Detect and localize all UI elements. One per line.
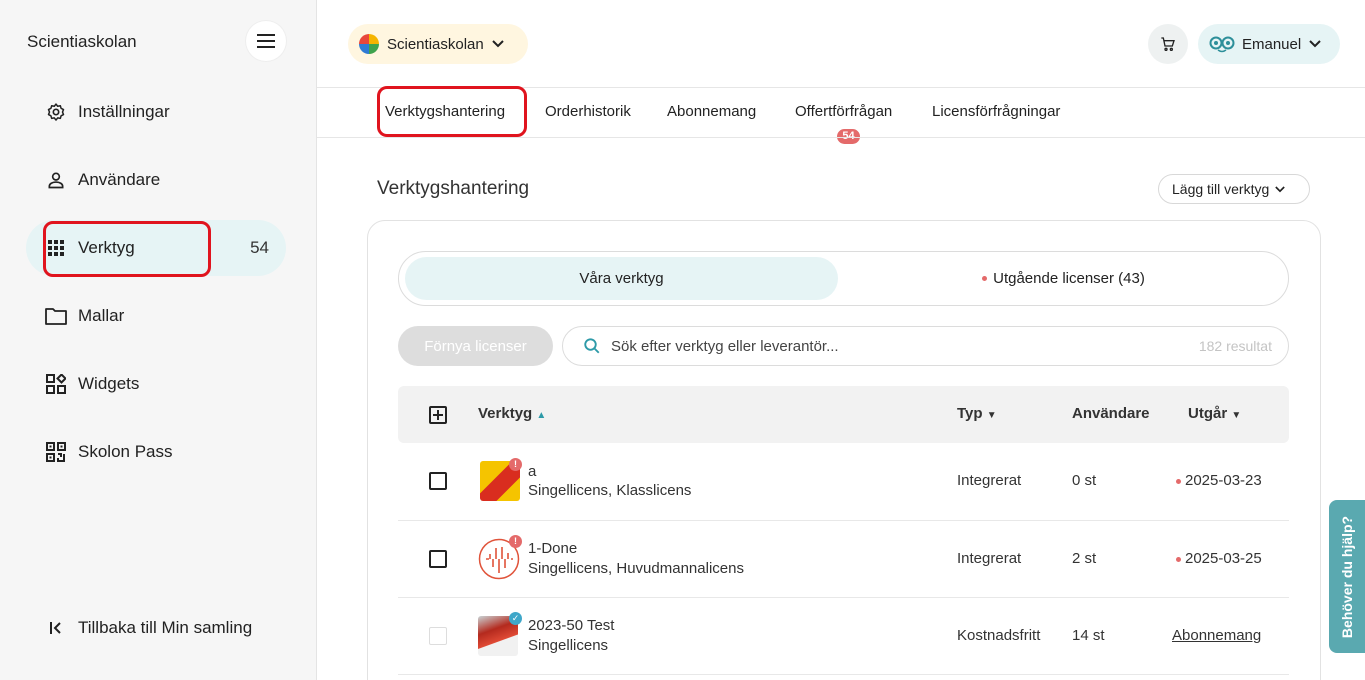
row-checkbox[interactable]	[429, 472, 447, 490]
tool-license: Singellicens, Klasslicens	[528, 482, 692, 499]
warning-dot	[982, 276, 988, 281]
subscription-link[interactable]: Abonnemang	[1172, 627, 1261, 644]
tab-orderhistorik[interactable]: Orderhistorik	[545, 103, 631, 120]
column-header-type[interactable]: Typ ▼	[957, 405, 997, 422]
tool-expires: 2025-03-25	[1176, 550, 1262, 567]
column-header-tool[interactable]: Verktyg ▲	[478, 405, 546, 422]
cart-icon	[1161, 37, 1175, 51]
sidebar-item-settings[interactable]: Inställningar	[26, 84, 286, 140]
back-to-collection-link[interactable]: Tillbaka till Min samling	[26, 600, 286, 656]
tool-users: 0 st	[1072, 472, 1097, 489]
menu-button[interactable]	[246, 21, 286, 61]
header-divider	[317, 87, 1365, 88]
page-title: Verktygshantering	[377, 178, 530, 199]
tool-type: Kostnadsfritt	[957, 627, 1041, 644]
grid-icon	[45, 237, 67, 259]
user-icon	[45, 169, 67, 191]
segment-expiring-licenses[interactable]: Utgående licenser (43)	[845, 257, 1282, 300]
renew-licenses-button[interactable]: Förnya licenser	[398, 326, 553, 366]
tool-expires: 2025-03-23	[1176, 472, 1262, 489]
sidebar: Scientiaskolan Inställningar Användare V…	[0, 0, 317, 680]
sort-asc-icon: ▲	[536, 410, 547, 421]
row-checkbox-disabled	[429, 627, 447, 645]
segment-our-tools[interactable]: Våra verktyg	[405, 257, 838, 300]
sidebar-item-label: Widgets	[78, 374, 140, 393]
tool-name[interactable]: 2023-50 Test	[528, 617, 614, 634]
sidebar-item-label: Skolon Pass	[78, 442, 173, 461]
column-header-users[interactable]: Användare	[1072, 405, 1150, 422]
sidebar-item-label: Inställningar	[78, 102, 170, 121]
sidebar-item-templates[interactable]: Mallar	[26, 288, 286, 344]
sort-desc-icon: ▼	[986, 410, 997, 421]
column-header-expires[interactable]: Utgår ▼	[1188, 405, 1241, 422]
tool-users: 2 st	[1072, 550, 1097, 567]
back-label: Tillbaka till Min samling	[78, 618, 253, 637]
row-divider	[398, 674, 1289, 675]
search-field[interactable]: 182 resultat	[562, 326, 1289, 366]
sidebar-item-tools[interactable]: Verktyg 54	[26, 220, 286, 276]
tab-abonnemang[interactable]: Abonnemang	[667, 103, 756, 120]
help-label: Behöver du hjälp?	[1339, 515, 1355, 638]
sidebar-item-users[interactable]: Användare	[26, 152, 286, 208]
sidebar-brand: Scientiaskolan	[27, 32, 137, 51]
sidebar-item-label: Användare	[78, 170, 161, 189]
hamburger-icon	[257, 34, 275, 48]
user-name: Emanuel	[1242, 35, 1302, 53]
widgets-icon	[45, 373, 67, 395]
add-tool-label: Lägg till verktyg	[1172, 181, 1270, 197]
select-all-checkbox[interactable]	[429, 406, 447, 424]
sidebar-item-widgets[interactable]: Widgets	[26, 356, 286, 412]
segment-label: Utgående licenser (43)	[993, 270, 1145, 287]
verified-check-icon: ✓	[509, 612, 522, 625]
search-input[interactable]	[611, 337, 1171, 355]
results-count: 182 resultat	[1198, 338, 1272, 354]
warning-dot	[1176, 556, 1181, 562]
gear-icon	[45, 101, 67, 123]
tool-type: Integrerat	[957, 472, 1022, 489]
warning-dot	[1176, 478, 1181, 484]
school-name: Scientiaskolan	[387, 35, 484, 53]
chevron-down-icon	[492, 40, 504, 48]
tools-count: 54	[250, 238, 269, 257]
tool-license: Singellicens, Huvudmannalicens	[528, 560, 744, 577]
tab-licensforfragningar[interactable]: Licensförfrågningar	[932, 103, 1060, 120]
folder-icon	[45, 305, 67, 327]
school-selector[interactable]: Scientiaskolan	[348, 24, 528, 64]
sidebar-item-label: Mallar	[78, 306, 125, 325]
row-divider	[398, 520, 1289, 521]
tool-users: 14 st	[1072, 627, 1105, 644]
row-divider	[398, 597, 1289, 598]
warning-icon: !	[509, 458, 522, 471]
user-menu[interactable]: Emanuel	[1198, 24, 1340, 64]
collapse-left-icon	[45, 617, 67, 639]
segment-label: Våra verktyg	[579, 270, 664, 287]
help-button[interactable]: Behöver du hjälp?	[1329, 500, 1365, 653]
warning-icon: !	[509, 535, 522, 548]
tab-offertforfragan[interactable]: Offertförfrågan	[795, 103, 892, 120]
tool-type: Integrerat	[957, 550, 1022, 567]
sort-desc-icon: ▼	[1231, 410, 1242, 421]
tab-verktygshantering[interactable]: Verktygshantering	[385, 103, 505, 120]
plus-icon	[433, 410, 443, 420]
tabs-divider	[317, 137, 1365, 138]
search-icon	[584, 338, 600, 354]
tool-license: Singellicens	[528, 637, 609, 654]
school-logo-icon	[359, 34, 379, 54]
chevron-down-icon	[1309, 40, 1321, 48]
cart-button[interactable]	[1148, 24, 1188, 64]
tool-name[interactable]: 1-Done	[528, 540, 577, 557]
avatar-icon	[1209, 36, 1235, 53]
add-tool-button[interactable]: Lägg till verktyg	[1158, 174, 1310, 204]
sidebar-item-label: Verktyg	[78, 238, 135, 257]
qr-icon	[45, 441, 67, 463]
sidebar-item-skolon-pass[interactable]: Skolon Pass	[26, 424, 286, 480]
row-checkbox[interactable]	[429, 550, 447, 568]
tool-name[interactable]: a	[528, 463, 536, 480]
chevron-down-icon	[1275, 185, 1286, 192]
